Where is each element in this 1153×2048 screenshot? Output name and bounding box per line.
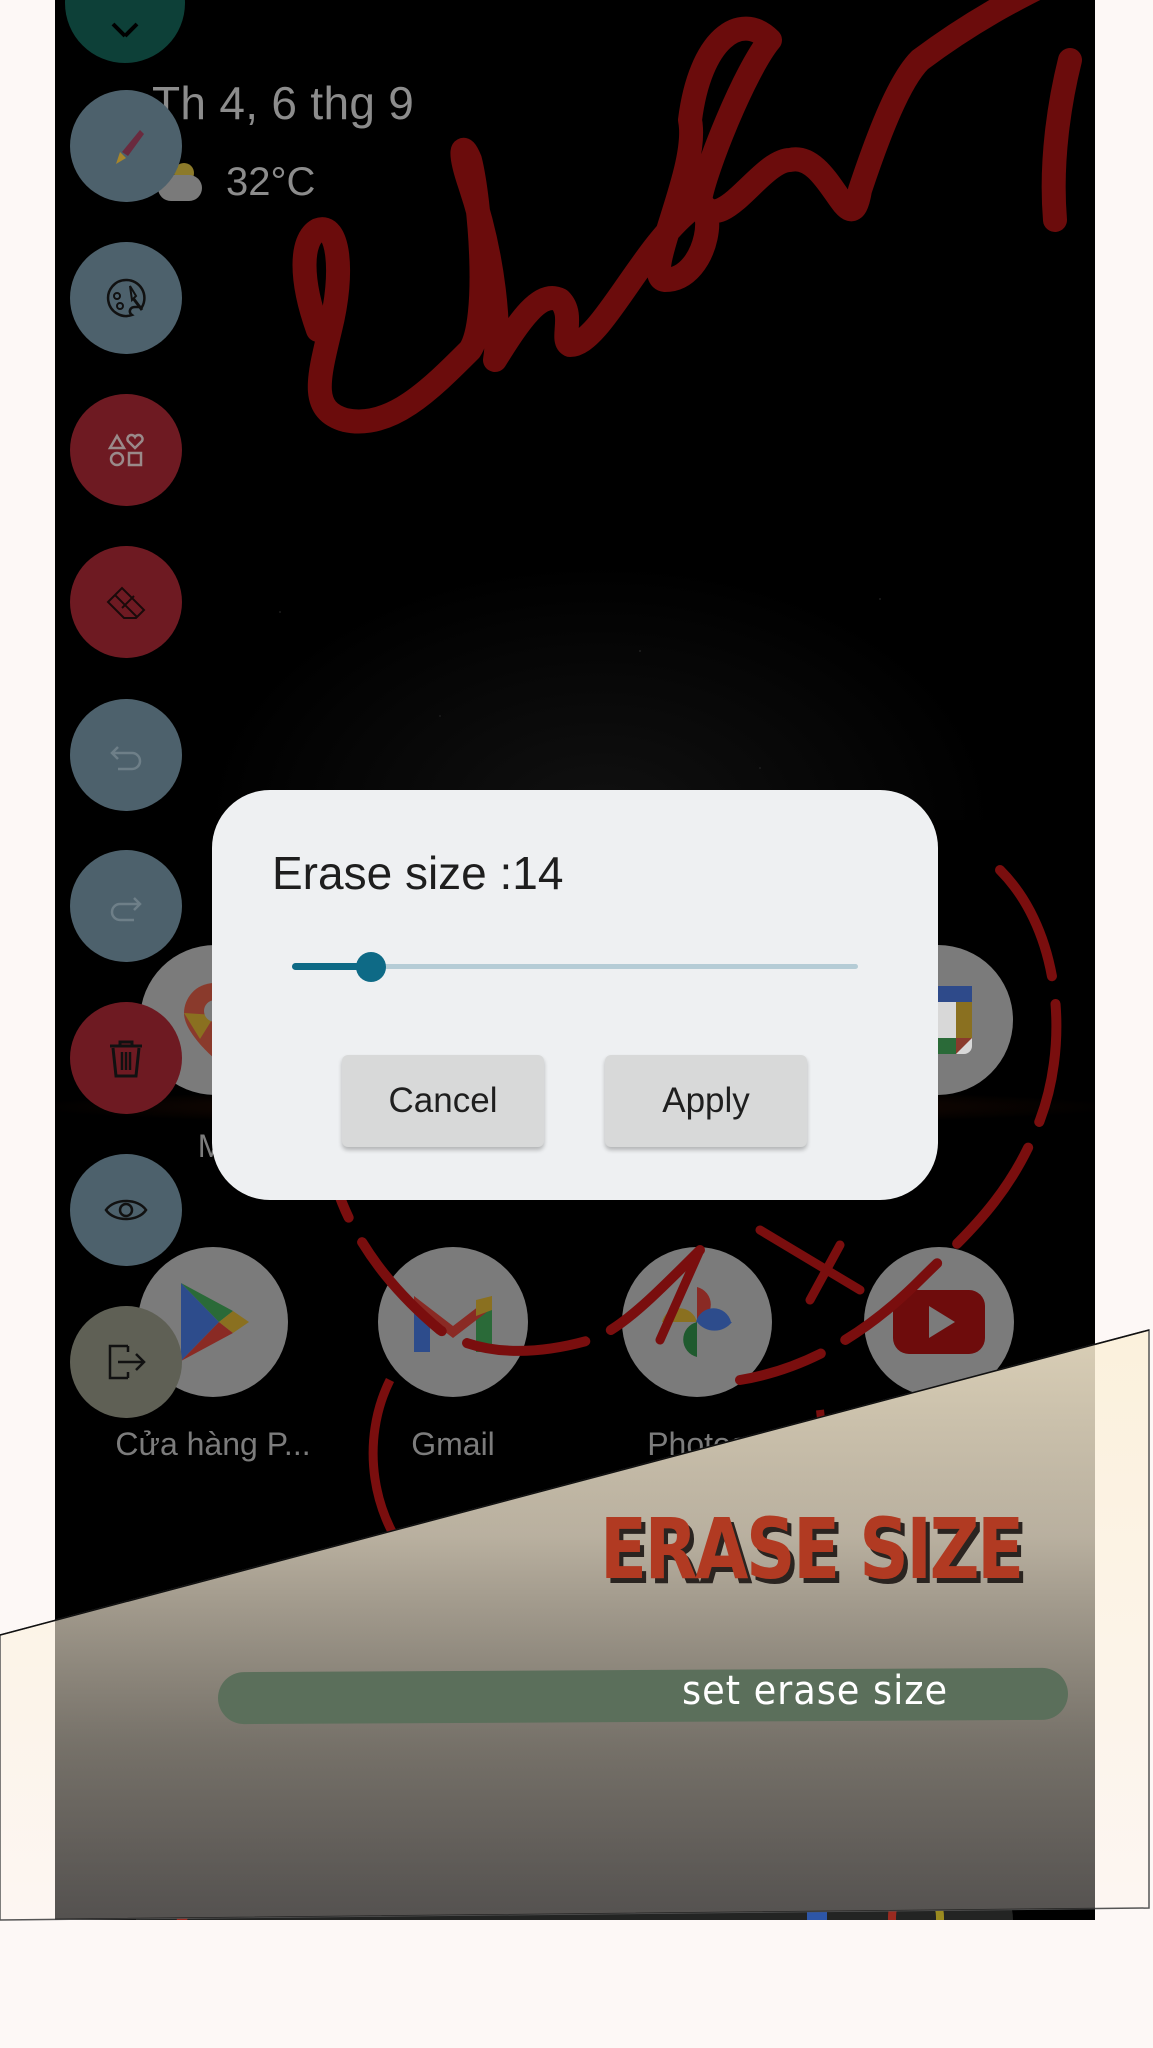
app-photos[interactable] [622, 1247, 772, 1397]
tutorial-banner-title: ERASE SIZE [600, 1500, 1024, 1598]
gmail-icon [414, 1296, 492, 1352]
slider-thumb[interactable] [356, 952, 387, 982]
redo-icon [110, 897, 142, 922]
exit-icon [108, 1344, 146, 1380]
photos-icon [662, 1287, 732, 1357]
app-label: Cửa hàng P... [115, 1426, 311, 1462]
wallpaper-starfield [200, 560, 1000, 820]
toolbar-clear-button[interactable] [70, 1002, 182, 1114]
close-icon [111, 22, 139, 38]
google-g-icon [176, 1899, 229, 1920]
eye-icon [104, 1199, 148, 1221]
toolbar-exit-button[interactable] [70, 1306, 182, 1418]
palette-icon [106, 278, 146, 318]
trash-icon [110, 1040, 142, 1078]
phone-screen: Th 4, 6 thg 9 32°C Ma ch [55, 0, 1095, 1920]
toolbar-close-button[interactable] [65, 0, 185, 63]
youtube-icon [893, 1290, 985, 1354]
shapes-icon [107, 433, 144, 467]
toolbar-palette-button[interactable] [70, 242, 182, 354]
tutorial-caption-text: set erase size [682, 1668, 949, 1714]
app-label: Gmail [411, 1426, 495, 1462]
toolbar-redo-button[interactable] [70, 850, 182, 962]
toolbar-undo-button[interactable] [70, 699, 182, 811]
mic-icon [807, 1893, 827, 1920]
toolbar-shapes-button[interactable] [70, 394, 182, 506]
app-label: Photos [647, 1426, 747, 1462]
undo-icon [110, 746, 142, 771]
date-widget[interactable]: Th 4, 6 thg 9 [152, 76, 414, 130]
drawing-stroke-word [292, 0, 1082, 434]
erase-size-slider[interactable] [292, 950, 858, 984]
search-bar[interactable] [136, 1865, 1013, 1920]
eraser-icon [106, 586, 146, 619]
drawing-stroke-arc [368, 1377, 471, 1605]
toolbar-eraser-button[interactable] [70, 546, 182, 658]
toolbar-visibility-button[interactable] [70, 1154, 182, 1266]
app-youtube[interactable] [864, 1247, 1014, 1397]
lens-icon [888, 1893, 944, 1920]
app-label: YouTube [876, 1426, 1002, 1462]
toolbar-brush-button[interactable] [70, 90, 182, 202]
apply-button[interactable]: Apply [605, 1055, 807, 1147]
erase-size-dialog: Erase size :14 Cancel Apply [212, 790, 938, 1200]
cancel-button[interactable]: Cancel [342, 1055, 544, 1147]
brush-icon [116, 130, 144, 164]
temperature: 32°C [226, 160, 316, 204]
play-store-icon [181, 1283, 249, 1361]
app-gmail[interactable] [378, 1247, 528, 1397]
dialog-title: Erase size :14 [272, 847, 564, 899]
